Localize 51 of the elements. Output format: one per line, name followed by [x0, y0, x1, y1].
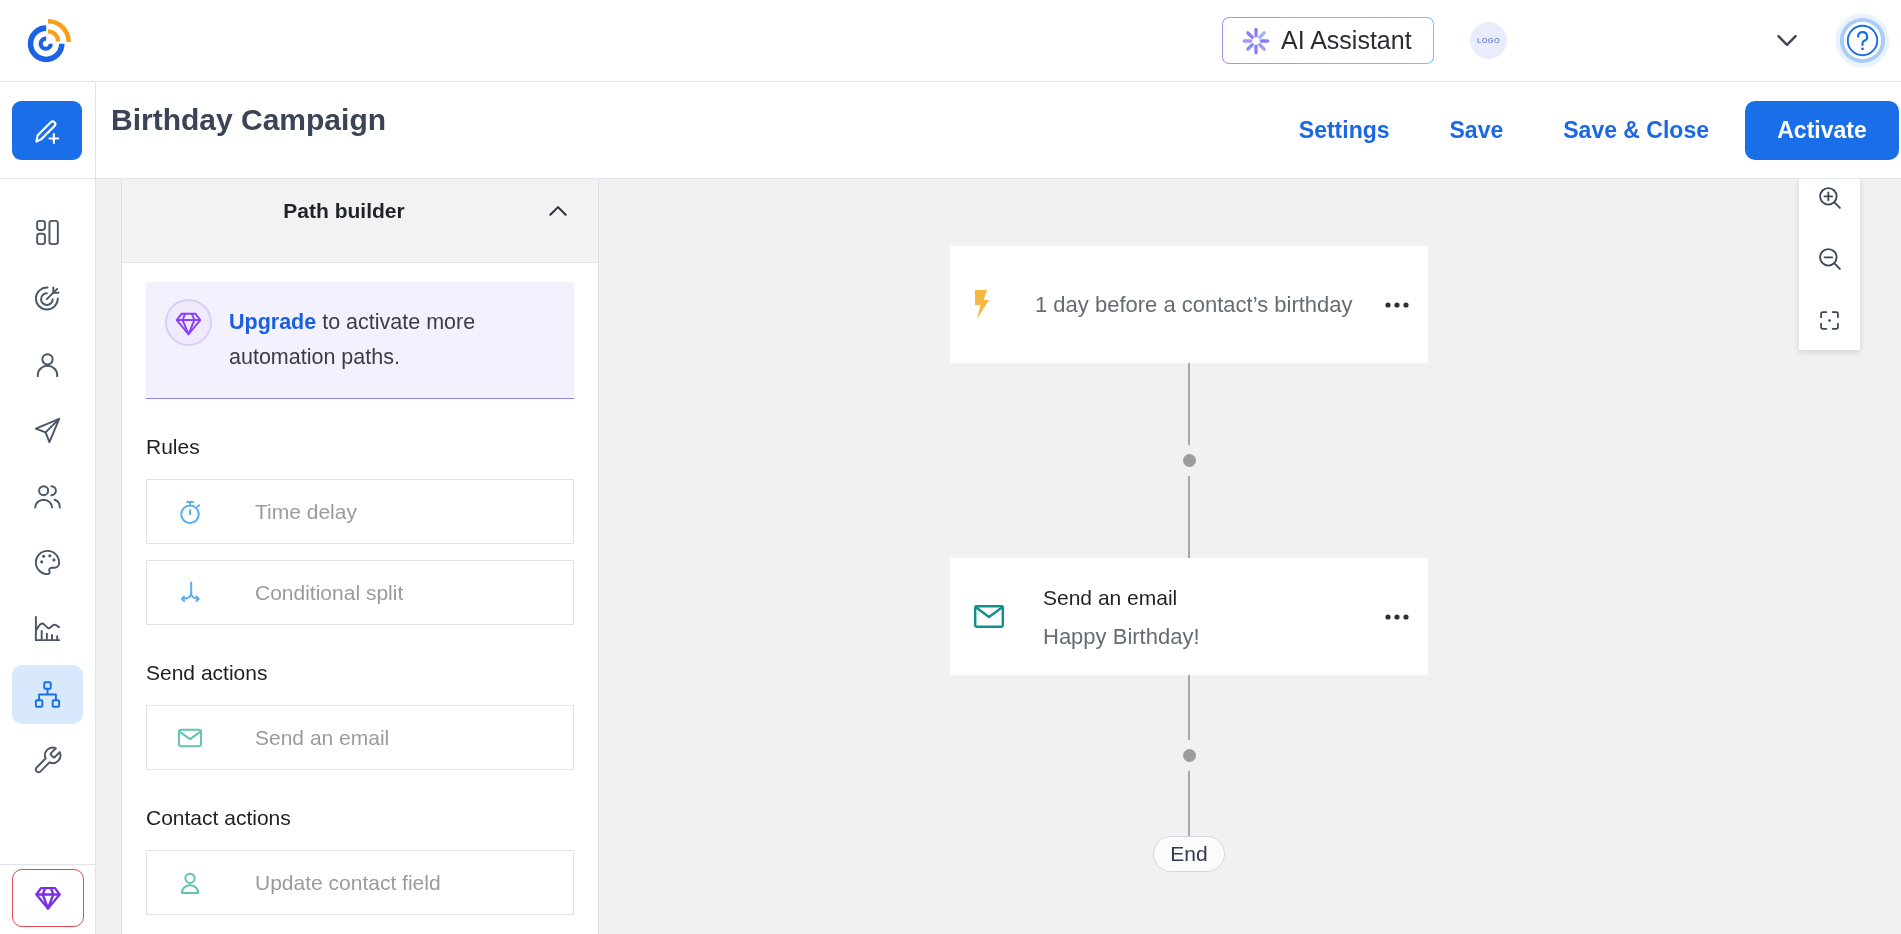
zoom-out-icon: [1818, 248, 1841, 270]
sparkle-spinner-icon: [1242, 26, 1270, 55]
app-logo[interactable]: [25, 17, 71, 64]
path-item[interactable]: Conditional split: [146, 560, 574, 625]
path-item[interactable]: Send an email: [146, 705, 574, 770]
section-heading: Contact actions: [146, 806, 292, 830]
panel-title: Path builder: [282, 198, 406, 224]
wrench-icon: [32, 745, 63, 776]
item-label: Time delay: [255, 499, 357, 524]
item-label: Conditional split: [255, 580, 404, 605]
email-node[interactable]: Send an email Happy Birthday!: [950, 558, 1428, 675]
connector-dot-icon: [1182, 749, 1196, 762]
ai-assistant-button[interactable]: AI Assistant: [1222, 17, 1434, 64]
save-close-button[interactable]: Save & Close: [1563, 101, 1709, 160]
zoom-in-icon: [1818, 187, 1841, 209]
help-button[interactable]: [1835, 13, 1890, 68]
paper-plane-icon: [32, 415, 63, 446]
section-heading: Send actions: [146, 661, 269, 685]
envelope-icon: [974, 605, 1004, 628]
upgrade-message: Upgrade to activate more automation paths.: [229, 309, 477, 371]
step-subtitle: Happy Birthday!: [1043, 623, 1201, 649]
item-label: Update contact field: [255, 870, 441, 895]
chevron-down-icon: [1777, 35, 1797, 46]
focus-frame-icon: [1820, 310, 1839, 330]
hierarchy-icon: [32, 679, 63, 710]
path-item[interactable]: Update contact field: [146, 850, 574, 915]
sidebar-nav-button[interactable]: [12, 665, 83, 724]
connector-line: [1188, 675, 1190, 740]
diamond-icon: [34, 884, 62, 912]
lightning-bolt-icon: [974, 290, 990, 319]
path-item[interactable]: Time delay: [146, 479, 574, 544]
connector-line: [1188, 771, 1190, 836]
step-title: Send an email: [1043, 584, 1179, 610]
upgrade-link[interactable]: Upgrade: [229, 310, 317, 334]
activate-button[interactable]: Activate: [1745, 101, 1899, 160]
connector-dot-icon: [1182, 454, 1196, 467]
item-label: Send an email: [255, 725, 390, 750]
trigger-node[interactable]: 1 day before a contact’s birthday: [950, 246, 1428, 363]
campaign-title: Birthday Campaign: [111, 102, 387, 138]
trigger-description: 1 day before a contact’s birthday: [1035, 291, 1354, 318]
upgrade-button[interactable]: [12, 869, 84, 927]
section-heading: Rules: [146, 435, 201, 459]
save-button[interactable]: Save: [1449, 101, 1504, 160]
end-marker: End: [1153, 836, 1225, 872]
settings-button[interactable]: Settings: [1298, 101, 1390, 160]
palette-icon: [32, 547, 63, 578]
chart-icon: [32, 613, 63, 644]
create-button[interactable]: [12, 101, 82, 160]
more-dots-icon: [1385, 301, 1409, 308]
more-dots-icon: [1385, 613, 1409, 620]
help-icon: [1835, 13, 1890, 68]
